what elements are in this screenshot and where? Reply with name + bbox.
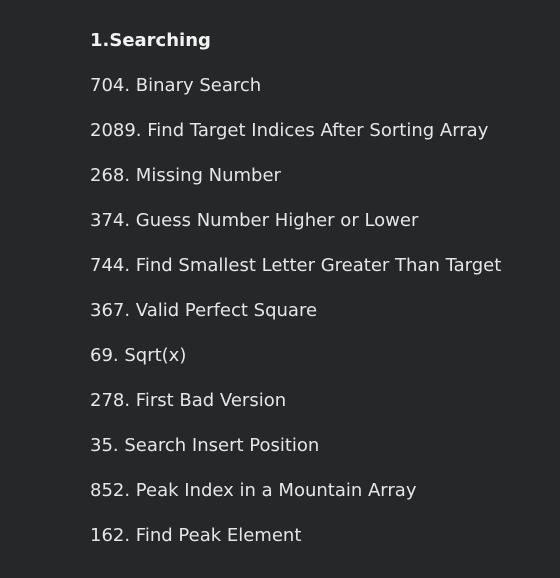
list-item: 278. First Bad Version [90, 390, 287, 411]
list-item: 367. Valid Perfect Square [90, 300, 318, 321]
list-item: 2089. Find Target Indices After Sorting … [90, 120, 489, 141]
list-item: 744. Find Smallest Letter Greater Than T… [90, 255, 502, 276]
list-item: 69. Sqrt(x) [90, 345, 187, 366]
list-item: 35. Search Insert Position [90, 435, 320, 456]
list-item: 852. Peak Index in a Mountain Array [90, 480, 417, 501]
list-item: 268. Missing Number [90, 165, 281, 186]
list-item: 374. Guess Number Higher or Lower [90, 210, 419, 231]
section-title: 1.Searching [90, 30, 211, 51]
list-item: 704. Binary Search [90, 75, 262, 96]
searching-section: 1.Searching 704. Binary Search 2089. Fin… [90, 29, 550, 548]
problem-list: 704. Binary Search 2089. Find Target Ind… [90, 74, 550, 548]
list-item: 162. Find Peak Element [90, 525, 302, 546]
